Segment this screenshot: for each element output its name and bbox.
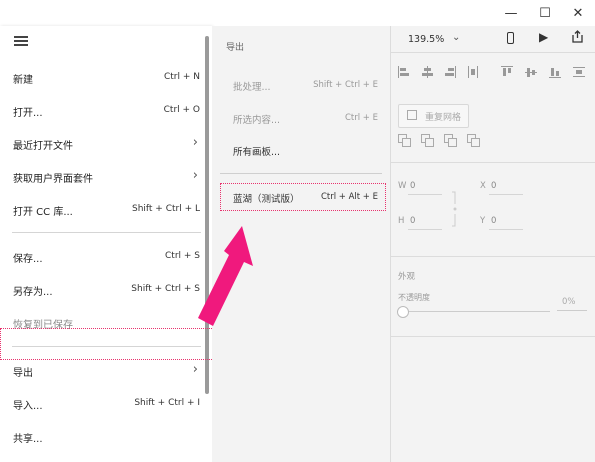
boolean-subtract-icon[interactable] xyxy=(421,134,435,148)
panel-divider xyxy=(391,256,595,257)
chevron-right-icon: › xyxy=(192,362,198,377)
align-left-icon[interactable] xyxy=(398,66,412,80)
submenu-item-batch[interactable]: 批处理... Shift + Ctrl + E xyxy=(220,72,386,98)
menu-item-import[interactable]: 导入... Shift + Ctrl + I xyxy=(0,388,212,420)
menu-item-save[interactable]: 保存... Ctrl + S xyxy=(0,241,212,273)
height-field[interactable]: 0 xyxy=(410,216,415,226)
menu-item-label: 打开 CC 库... xyxy=(13,207,73,218)
distribute-h-icon[interactable] xyxy=(467,66,481,80)
field-underline xyxy=(557,310,587,311)
submenu-item-shortcut: Shift + Ctrl + E xyxy=(313,80,378,90)
align-top-icon[interactable] xyxy=(501,66,515,80)
boolean-exclude-icon[interactable] xyxy=(467,134,481,148)
field-underline xyxy=(489,229,523,230)
lanhu-highlight-box xyxy=(220,183,386,211)
menu-item-label: 打开... xyxy=(13,108,43,119)
panel-divider xyxy=(391,336,595,337)
maximize-button[interactable]: ☐ xyxy=(528,0,562,26)
device-preview-icon[interactable] xyxy=(507,32,514,44)
y-label: Y xyxy=(480,216,486,226)
menu-item-recent[interactable]: 最近打开文件 › xyxy=(0,128,212,160)
width-field[interactable]: 0 xyxy=(410,181,415,191)
opacity-slider-knob[interactable] xyxy=(397,306,409,318)
opacity-slider-track[interactable] xyxy=(409,311,550,312)
menu-item-label: 共享... xyxy=(13,434,43,445)
panel-divider xyxy=(391,162,595,163)
close-icon: ✕ xyxy=(572,5,584,21)
submenu-item-label: 批处理... xyxy=(233,82,271,93)
lock-aspect-icon[interactable] xyxy=(451,191,459,227)
menu-item-cc-library[interactable]: 打开 CC 库... Shift + Ctrl + L xyxy=(0,194,212,226)
chevron-right-icon: › xyxy=(192,135,198,150)
width-label: W xyxy=(398,181,407,191)
menu-item-open[interactable]: 打开... Ctrl + O xyxy=(0,95,212,127)
menu-item-new[interactable]: 新建 Ctrl + N xyxy=(0,62,212,94)
menu-item-shortcut: Ctrl + S xyxy=(165,251,200,261)
field-underline xyxy=(408,194,442,195)
menu-item-shortcut: Ctrl + N xyxy=(163,72,200,82)
menu-item-shortcut: Shift + Ctrl + S xyxy=(131,284,200,294)
x-field[interactable]: 0 xyxy=(491,181,496,191)
repeat-grid-label: 重复网格 xyxy=(425,113,462,123)
panel-divider xyxy=(391,52,595,53)
menu-item-label: 最近打开文件 xyxy=(13,141,73,152)
main-menu: 新建 Ctrl + N 打开... Ctrl + O 最近打开文件 › 获取用户… xyxy=(0,26,212,462)
distribute-v-icon[interactable] xyxy=(573,66,587,80)
align-toolbar xyxy=(391,66,595,86)
property-panel: 139.5% ⌄ ▶ 重复网格 W 0 X 0 H 0 Y 0 外观 不透明度 … xyxy=(390,26,595,462)
submenu-divider xyxy=(220,173,382,174)
menu-item-label: 导入... xyxy=(13,401,43,412)
menu-item-label: 另存为... xyxy=(13,287,53,298)
menu-item-save-as[interactable]: 另存为... Shift + Ctrl + S xyxy=(0,274,212,306)
submenu-item-shortcut: Ctrl + E xyxy=(344,113,378,123)
hamburger-icon[interactable] xyxy=(14,36,28,46)
grid-icon xyxy=(407,110,417,120)
menu-item-shortcut: Shift + Ctrl + I xyxy=(134,398,200,408)
menu-item-ui-kits[interactable]: 获取用户界面套件 › xyxy=(0,161,212,193)
menu-item-shortcut: Ctrl + O xyxy=(163,105,200,115)
field-underline xyxy=(408,229,442,230)
menu-item-label: 导出 xyxy=(13,368,33,379)
appearance-title: 外观 xyxy=(398,272,416,282)
menu-item-shortcut: Shift + Ctrl + L xyxy=(131,204,200,214)
menu-item-share[interactable]: 共享... xyxy=(0,421,212,453)
opacity-field[interactable]: 0% xyxy=(562,297,576,307)
maximize-icon: ☐ xyxy=(539,5,551,21)
y-field[interactable]: 0 xyxy=(491,216,496,226)
submenu-item-label: 所选内容... xyxy=(233,115,281,126)
play-icon[interactable]: ▶ xyxy=(539,30,548,44)
close-button[interactable]: ✕ xyxy=(561,0,595,26)
menu-item-label: 获取用户界面套件 xyxy=(13,174,93,185)
submenu-item-all-artboards[interactable]: 所有画板... xyxy=(220,137,386,163)
boolean-intersect-icon[interactable] xyxy=(444,134,458,148)
height-label: H xyxy=(398,216,405,226)
x-label: X xyxy=(480,181,486,191)
menu-item-label: 新建 xyxy=(13,75,33,86)
opacity-label: 不透明度 xyxy=(398,293,430,302)
zoom-level[interactable]: 139.5% xyxy=(408,34,444,45)
submenu-header: 导出 xyxy=(226,43,245,53)
menu-item-label: 保存... xyxy=(13,254,43,265)
export-submenu: 导出 批处理... Shift + Ctrl + E 所选内容... Ctrl … xyxy=(212,26,390,462)
repeat-grid-button[interactable]: 重复网格 xyxy=(398,104,469,128)
chevron-down-icon[interactable]: ⌄ xyxy=(452,32,460,43)
minimize-icon: — xyxy=(504,5,518,21)
minimize-button[interactable]: — xyxy=(494,0,528,26)
boolean-add-icon[interactable] xyxy=(398,134,412,148)
align-right-icon[interactable] xyxy=(444,66,458,80)
export-highlight-box xyxy=(0,328,218,360)
menu-divider xyxy=(12,232,201,233)
chevron-right-icon: › xyxy=(192,168,198,183)
align-middle-v-icon[interactable] xyxy=(525,66,539,80)
share-icon[interactable] xyxy=(571,30,584,46)
submenu-item-label: 所有画板... xyxy=(233,147,281,158)
align-bottom-icon[interactable] xyxy=(549,66,563,80)
field-underline xyxy=(489,194,523,195)
title-bar: — ☐ ✕ xyxy=(0,0,595,27)
align-center-h-icon[interactable] xyxy=(421,66,435,80)
submenu-item-selected[interactable]: 所选内容... Ctrl + E xyxy=(220,105,386,131)
